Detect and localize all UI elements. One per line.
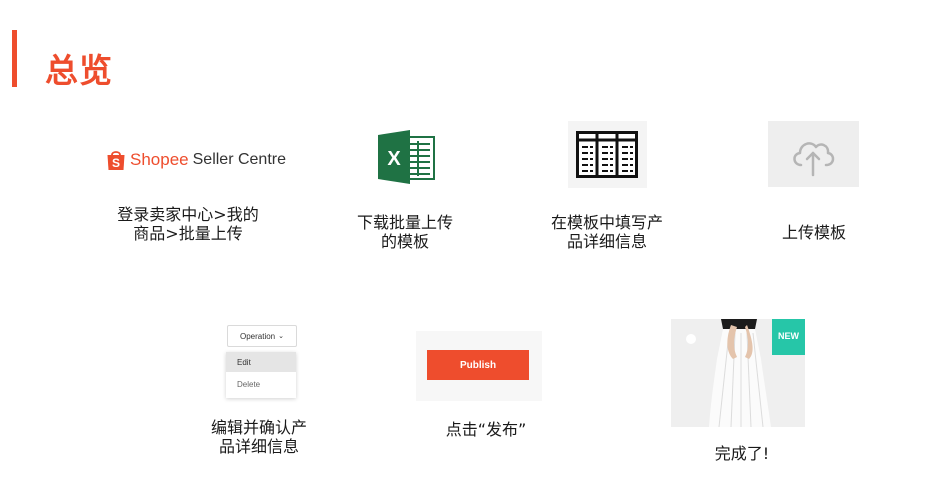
step-4-caption: 上传模板 (754, 223, 874, 242)
operation-dropdown-illustration: Operation ⌄ Edit Delete (224, 322, 299, 402)
product-photo: NEW (671, 319, 805, 427)
page-title: 总览 (45, 51, 113, 90)
publish-button[interactable]: Publish (427, 350, 529, 380)
table-template-icon (576, 131, 638, 178)
shopee-bag-icon: S (107, 151, 125, 170)
step-2-caption: 下载批量上传 的模板 (340, 213, 470, 251)
cloud-upload-icon (793, 142, 835, 177)
caption-line: 商品>批量上传 (133, 224, 243, 243)
excel-icon: X (378, 130, 435, 184)
chevron-down-icon: ⌄ (278, 333, 284, 340)
step-3-caption: 在模板中填写产 品详细信息 (537, 213, 677, 251)
caption-line: 编辑并确认产 (210, 418, 307, 437)
menu-item-edit[interactable]: Edit (226, 352, 296, 372)
new-badge: NEW (772, 319, 805, 355)
caption-line: 下载批量上传 (356, 213, 453, 232)
operation-menu: Edit Delete (226, 352, 296, 398)
operation-label: Operation (239, 331, 276, 341)
caption-line: 品详细信息 (218, 437, 299, 456)
svg-text:S: S (112, 156, 120, 170)
caption-line: 上传模板 (781, 223, 846, 242)
caption-line: 在模板中填写产 (550, 213, 663, 232)
new-badge-label: NEW (778, 331, 799, 341)
caption-line: 登录卖家中心>我的 (117, 205, 259, 224)
menu-item-delete[interactable]: Delete (226, 374, 296, 394)
step-1-caption: 登录卖家中心>我的 商品>批量上传 (108, 205, 268, 243)
caption-line: 点击“发布” (445, 420, 527, 439)
shopee-seller-centre-logo: S Shopee Seller Centre (106, 146, 286, 174)
seller-centre-text: Seller Centre (192, 151, 286, 168)
caption-line: 的模板 (380, 232, 429, 251)
caption-line: 品详细信息 (566, 232, 647, 251)
title-accent-bar (12, 30, 17, 87)
step-5-caption: 编辑并确认产 品详细信息 (194, 418, 324, 456)
caption-line: 完成了! (714, 444, 770, 463)
shopee-brand-text: Shopee (130, 150, 189, 169)
step-6-caption: 点击“发布” (421, 420, 551, 439)
step-7-caption: 完成了! (682, 444, 802, 463)
operation-button[interactable]: Operation ⌄ (227, 325, 297, 347)
svg-text:X: X (387, 148, 401, 170)
